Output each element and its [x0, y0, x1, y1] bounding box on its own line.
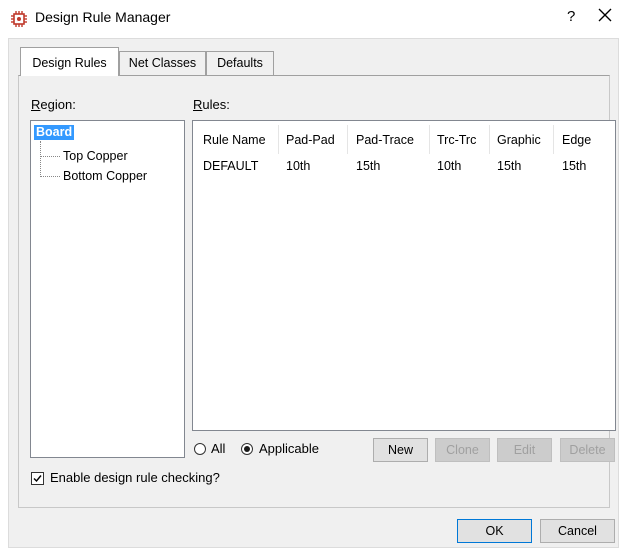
column-header-trc-trc[interactable]: Trc-Trc — [437, 133, 476, 147]
all-radio[interactable] — [194, 443, 206, 455]
chip-app-icon — [10, 10, 28, 28]
table-cell: 15th — [356, 159, 381, 173]
table-cell: DEFAULT — [203, 159, 259, 173]
table-cell: 10th — [286, 159, 311, 173]
table-cell: 15th — [562, 159, 587, 173]
column-header-pad-pad[interactable]: Pad-Pad — [286, 133, 335, 147]
edit-button[interactable]: Edit — [497, 438, 552, 462]
applicable-radio[interactable] — [241, 443, 253, 455]
clone-button[interactable]: Clone — [435, 438, 490, 462]
tree-connector — [40, 141, 41, 177]
tree-connector — [40, 156, 60, 157]
column-separator — [429, 125, 430, 154]
tab-defaults[interactable]: Defaults — [206, 51, 274, 75]
tree-item-bottom-copper[interactable]: Bottom Copper — [63, 169, 147, 183]
rules-label: Rules: — [193, 97, 230, 112]
tab-net-classes[interactable]: Net Classes — [119, 51, 206, 75]
table-cell: 10th — [437, 159, 462, 173]
ok-button[interactable]: OK — [457, 519, 532, 543]
cancel-button[interactable]: Cancel — [540, 519, 615, 543]
column-header-pad-trace[interactable]: Pad-Trace — [356, 133, 414, 147]
column-header-edge[interactable]: Edge — [562, 133, 591, 147]
tree-item-top-copper[interactable]: Top Copper — [63, 149, 128, 163]
column-header-graphic[interactable]: Graphic — [497, 133, 541, 147]
help-button[interactable]: ? — [567, 8, 575, 25]
close-icon[interactable] — [596, 6, 614, 24]
table-cell: 15th — [497, 159, 522, 173]
tab-design-rules[interactable]: Design Rules — [20, 47, 119, 76]
column-separator — [489, 125, 490, 154]
tree-item-board[interactable]: Board — [34, 125, 75, 140]
enable-drc-checkbox[interactable] — [31, 472, 44, 485]
all-radio-label[interactable]: All — [211, 441, 225, 456]
applicable-radio-label[interactable]: Applicable — [259, 441, 319, 456]
column-header-rule-name[interactable]: Rule Name — [203, 133, 266, 147]
window-title: Design Rule Manager — [35, 9, 171, 25]
column-separator — [278, 125, 279, 154]
region-label: Region: — [31, 97, 76, 112]
tree-connector — [40, 176, 60, 177]
column-separator — [347, 125, 348, 154]
delete-button[interactable]: Delete — [560, 438, 615, 462]
enable-drc-label[interactable]: Enable design rule checking? — [50, 470, 220, 485]
new-button[interactable]: New — [373, 438, 428, 462]
column-separator — [553, 125, 554, 154]
